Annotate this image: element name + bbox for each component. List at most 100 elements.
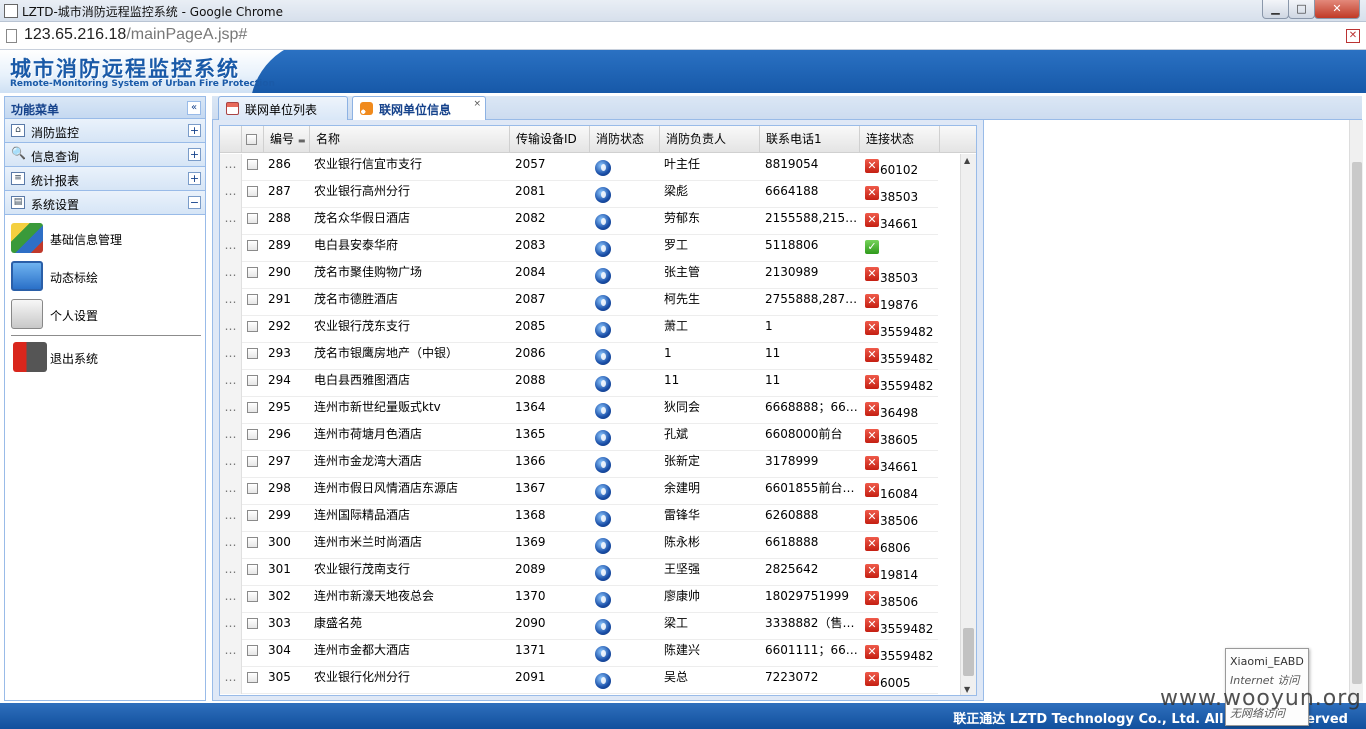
row-checkbox[interactable] [242,154,262,181]
menu-personal-settings[interactable]: 个人设置 [5,295,205,333]
row-checkbox[interactable] [242,478,262,505]
header-device-id[interactable]: 传输设备ID [510,126,590,153]
row-checkbox[interactable] [242,667,262,694]
cell-fire-status [593,343,659,370]
scroll-down-icon[interactable]: ▼ [964,685,970,694]
row-handle[interactable]: … [220,289,242,316]
row-checkbox[interactable] [242,316,262,343]
table-row[interactable]: … 302 连州市新濠天地夜总会 1370 廖康帅 18029751999 ✕ 38506 [220,586,938,613]
table-row[interactable]: … 287 农业银行高州分行 2081 梁彪 6664188 ✕ 38503 [220,181,938,208]
row-handle[interactable]: … [220,667,242,694]
row-handle[interactable]: … [220,397,242,424]
row-handle[interactable]: … [220,424,242,451]
row-handle[interactable]: … [220,235,242,262]
row-handle[interactable]: … [220,154,242,181]
header-decoration [250,50,1366,93]
sidebar-section-reports[interactable]: ≡ 统计报表 + [5,167,205,191]
close-tab-icon[interactable]: × [473,99,481,109]
row-handle[interactable]: … [220,532,242,559]
maximize-button[interactable]: □ [1288,0,1315,19]
row-checkbox[interactable] [242,424,262,451]
scroll-up-icon[interactable]: ▲ [964,156,970,165]
table-row[interactable]: … 288 茂名众华假日酒店 2082 劳郁东 2155588,215… ✕ 34661 [220,208,938,235]
header-phone[interactable]: 联系电话1 [760,126,860,153]
stop-icon[interactable]: ✕ [1346,29,1360,43]
table-row[interactable]: … 294 电白县西雅图酒店 2088 11 11 ✕ 3559482 [220,370,938,397]
row-handle[interactable]: … [220,505,242,532]
table-row[interactable]: … 303 康盛名苑 2090 梁工 3338882（售… ✕ 3559482 [220,613,938,640]
conn-code: 3559482 [880,325,934,339]
header-name[interactable]: 名称 [310,126,510,153]
row-checkbox[interactable] [242,640,262,667]
row-checkbox[interactable] [242,532,262,559]
table-row[interactable]: … 290 茂名市聚佳购物广场 2084 张主管 2130989 ✕ 38503 [220,262,938,289]
row-handle[interactable]: … [220,316,242,343]
table-row[interactable]: … 291 茂名市德胜酒店 2087 柯先生 2755888,287… ✕ 19876 [220,289,938,316]
sidebar-section-info-query[interactable]: 🔍 信息查询 + [5,143,205,167]
table-row[interactable]: … 301 农业银行茂南支行 2089 王坚强 2825642 ✕ 19814 [220,559,938,586]
row-checkbox[interactable] [242,370,262,397]
table-row[interactable]: … 299 连州国际精品酒店 1368 雷锋华 6260888 ✕ 38506 [220,505,938,532]
table-row[interactable]: … 286 农业银行信宜市支行 2057 叶主任 8819054 ✕ 60102 [220,154,938,181]
collapse-sidebar-button[interactable]: « [187,101,201,115]
row-handle[interactable]: … [220,613,242,640]
menu-basic-info[interactable]: 基础信息管理 [5,219,205,257]
expand-icon[interactable]: + [188,148,201,161]
row-checkbox[interactable] [242,181,262,208]
row-handle[interactable]: … [220,586,242,613]
table-row[interactable]: … 293 茂名市银鹰房地产（中银） 2086 1 11 ✕ 3559482 [220,343,938,370]
table-row[interactable]: … 292 农业银行茂东支行 2085 萧工 1 ✕ 3559482 [220,316,938,343]
row-handle[interactable]: … [220,559,242,586]
row-checkbox[interactable] [242,559,262,586]
sidebar-section-fire-monitor[interactable]: ⌂ 消防监控 + [5,119,205,143]
minimize-button[interactable]: ▁ [1262,0,1289,19]
menu-logout[interactable]: 退出系统 [5,338,205,376]
row-handle[interactable]: … [220,343,242,370]
header-person[interactable]: 消防负责人 [660,126,760,153]
grid-scrollbar[interactable]: ▲ ▼ [960,154,976,695]
row-handle[interactable]: … [220,370,242,397]
detail-scrollbar[interactable] [1349,120,1363,701]
collapse-icon[interactable]: − [188,196,201,209]
expand-icon[interactable]: + [188,124,201,137]
table-row[interactable]: … 295 连州市新世纪量贩式ktv 1364 狄同会 6668888；66… ✕ 36498 [220,397,938,424]
address-bar[interactable]: 123.65.216.18/mainPageA.jsp# ✕ [0,22,1366,50]
select-all-checkbox[interactable] [242,126,264,153]
row-checkbox[interactable] [242,262,262,289]
row-checkbox[interactable] [242,451,262,478]
table-row[interactable]: … 289 电白县安泰华府 2083 罗工 5118806 ✓ [220,235,938,262]
header-fire-status[interactable]: 消防状态 [590,126,660,153]
url-text[interactable]: 123.65.216.18/mainPageA.jsp# [24,26,247,44]
scroll-thumb[interactable] [1352,162,1362,684]
cell-person: 孔斌 [664,427,689,441]
expand-icon[interactable]: + [188,172,201,185]
row-checkbox[interactable] [242,397,262,424]
table-row[interactable]: … 297 连州市金龙湾大酒店 1366 张新定 3178999 ✕ 34661 [220,451,938,478]
row-checkbox[interactable] [242,613,262,640]
table-row[interactable]: … 298 连州市假日风情酒店东源店 1367 余建明 6601855前台… ✕ 16084 [220,478,938,505]
row-handle[interactable]: … [220,262,242,289]
table-row[interactable]: … 300 连州市米兰时尚酒店 1369 陈永彬 6618888 ✕ 6806 [220,532,938,559]
row-checkbox[interactable] [242,208,262,235]
row-checkbox[interactable] [242,505,262,532]
row-handle[interactable]: … [220,478,242,505]
row-handle[interactable]: … [220,208,242,235]
table-row[interactable]: … 296 连州市荷塘月色酒店 1365 孔斌 6608000前台 ✕ 38605 [220,424,938,451]
row-handle[interactable]: … [220,451,242,478]
header-no[interactable]: 编号 ▬ [264,126,310,153]
table-row[interactable]: … 305 农业银行化州分行 2091 吴总 7223072 ✕ 6005 [220,667,938,694]
row-handle[interactable]: … [220,181,242,208]
row-handle[interactable]: … [220,640,242,667]
row-checkbox[interactable] [242,289,262,316]
menu-dynamic-plot[interactable]: 动态标绘 [5,257,205,295]
row-checkbox[interactable] [242,343,262,370]
header-conn-status[interactable]: 连接状态 [860,126,940,153]
close-window-button[interactable]: ✕ [1314,0,1360,19]
table-row[interactable]: … 304 连州市金都大酒店 1371 陈建兴 6601111；66… ✕ 3559482 [220,640,938,667]
scroll-thumb[interactable] [963,628,974,676]
tab-unit-list[interactable]: 联网单位列表 [218,96,348,120]
row-checkbox[interactable] [242,586,262,613]
sidebar-section-settings[interactable]: ▤ 系统设置 − [5,191,205,215]
tab-unit-info[interactable]: 联网单位信息 × [352,96,486,121]
row-checkbox[interactable] [242,235,262,262]
